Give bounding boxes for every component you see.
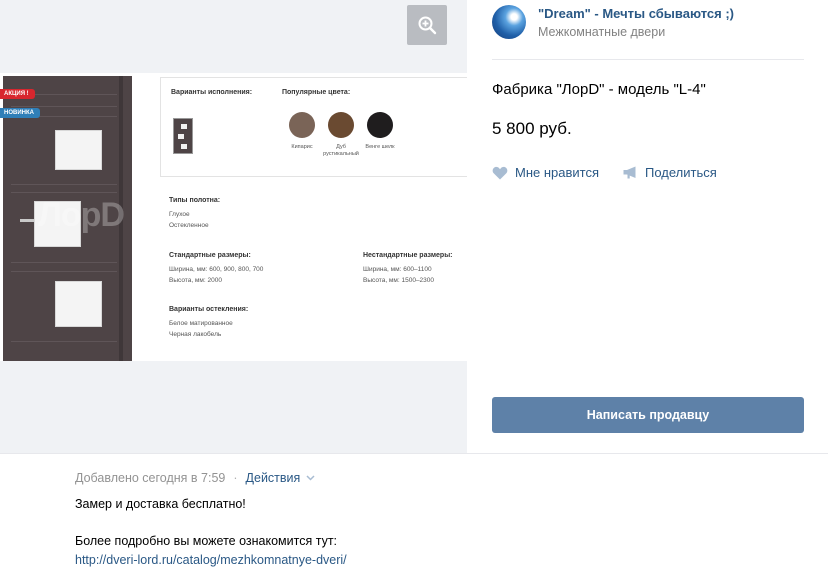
- colors-heading: Популярные цвета:: [282, 89, 351, 96]
- std-sizes-list: Ширина, мм: 600, 900, 800, 700 Высота, мм…: [169, 266, 264, 284]
- spec-variants-box: Варианты исполнения: Популярные цвета: К…: [160, 77, 467, 177]
- like-label: Мне нравится: [515, 165, 600, 180]
- seller-name-link[interactable]: "Dream" - Мечты сбываются ;): [538, 6, 734, 21]
- glass-heading: Варианты остекления:: [169, 306, 249, 313]
- megaphone-icon: [623, 166, 636, 179]
- product-photo[interactable]: ЛорD АКЦИЯ ! НОВИНКА Варианты исполнения…: [0, 73, 467, 361]
- heart-icon: [492, 166, 508, 179]
- nonstd-sizes-heading: Нестандартные размеры:: [363, 252, 453, 259]
- glass-list: Белое матированное Черная лакобель: [169, 320, 233, 338]
- product-title: Фабрика "ЛорD" - модель "L-4": [492, 81, 706, 98]
- divider: [492, 59, 804, 60]
- catalog-link[interactable]: http://dveri-lord.ru/catalog/mezhkomnatn…: [75, 553, 347, 567]
- promo-badge: АКЦИЯ !: [0, 89, 35, 99]
- product-gallery: ЛорD АКЦИЯ ! НОВИНКА Варианты исполнения…: [0, 0, 467, 453]
- swatch-label: Кипарис: [291, 144, 313, 150]
- std-sizes-heading: Стандартные размеры:: [169, 252, 251, 259]
- types-heading: Типы полотна:: [169, 197, 221, 204]
- chevron-down-icon[interactable]: [306, 475, 315, 481]
- like-button[interactable]: Мне нравится: [492, 165, 599, 180]
- product-price: 5 800 руб.: [492, 119, 572, 138]
- door-image: ЛорD: [3, 76, 132, 361]
- contact-seller-button[interactable]: Написать продавцу: [492, 397, 804, 433]
- share-label: Поделиться: [645, 165, 717, 180]
- post-text-line: Более подробно вы можете ознакомится тут…: [75, 534, 338, 548]
- variant-thumb: [173, 118, 193, 154]
- divider: [0, 453, 828, 454]
- post-date: Добавлено сегодня в 7:59: [75, 471, 226, 485]
- swatch-label: Дуб рустикальный: [323, 144, 359, 157]
- swatch-label: Венге шелк: [365, 144, 395, 150]
- share-button[interactable]: Поделиться: [623, 165, 717, 180]
- seller-category: Межкомнатные двери: [538, 25, 666, 39]
- watermark-text: ЛорD: [38, 196, 125, 234]
- seller-avatar[interactable]: [492, 5, 526, 39]
- nonstd-sizes-list: Ширина, мм: 600–1100 Высота, мм: 1500–230…: [363, 266, 435, 284]
- zoom-button[interactable]: [407, 5, 447, 45]
- meta-separator: ·: [233, 471, 238, 485]
- swatch-dub: [328, 112, 354, 138]
- variants-heading: Варианты исполнения:: [171, 89, 253, 96]
- swatch-kiparis: [289, 112, 315, 138]
- zoom-in-icon: [418, 16, 437, 35]
- post-text-line: Замер и доставка бесплатно!: [75, 497, 246, 511]
- new-badge: НОВИНКА: [0, 108, 40, 118]
- swatch-venge: [367, 112, 393, 138]
- actions-menu[interactable]: Действия: [246, 471, 301, 485]
- types-list: Глухое Остекленное: [169, 211, 209, 229]
- post-meta: Добавлено сегодня в 7:59 · Действия: [75, 471, 315, 485]
